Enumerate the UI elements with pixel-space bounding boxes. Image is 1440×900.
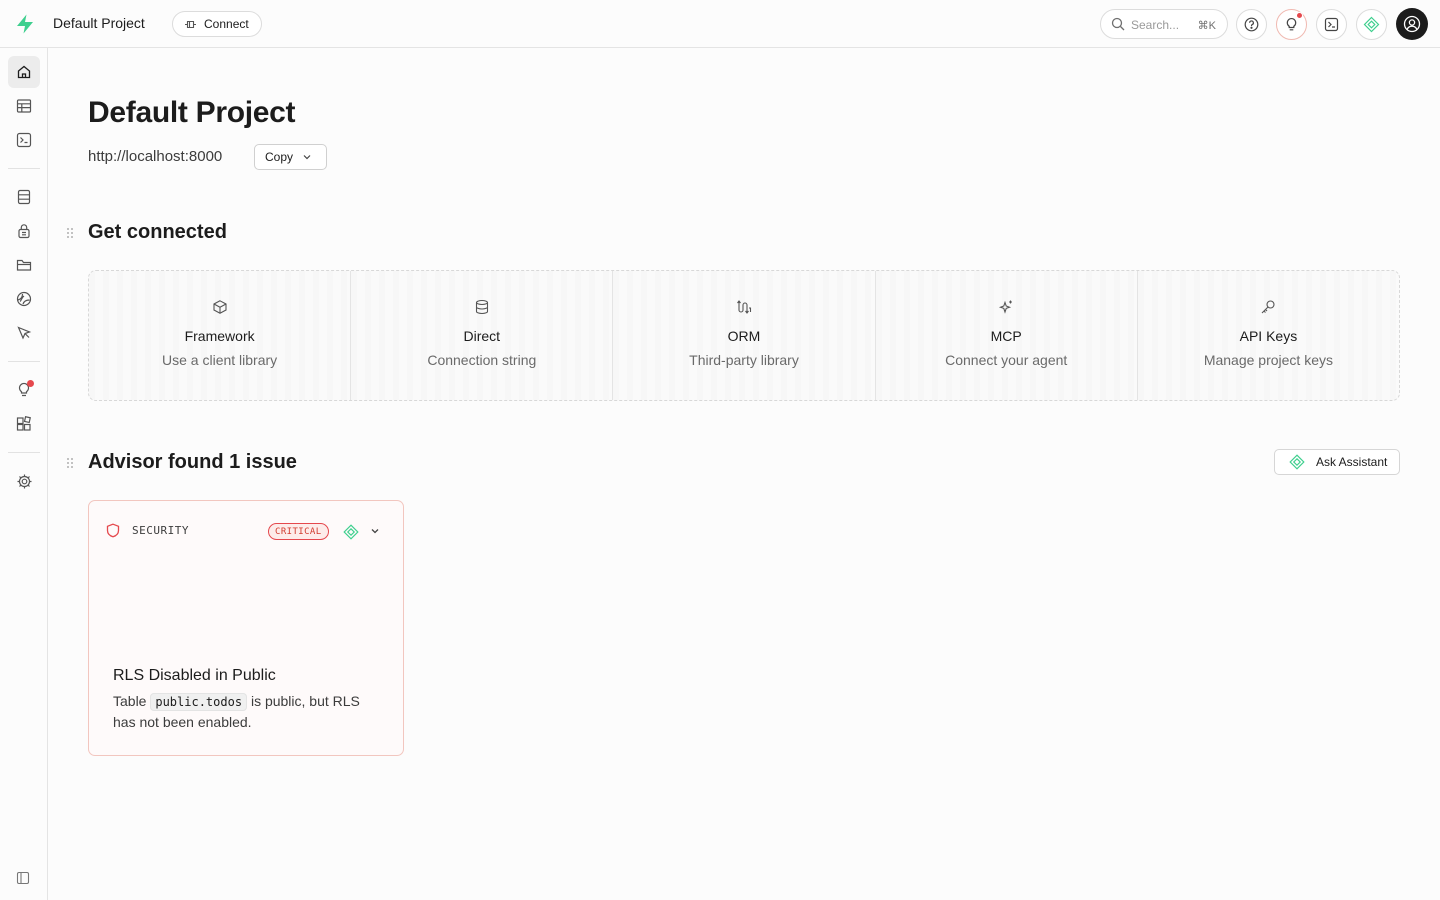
issue-description: Table public.todos is public, but RLS ha…	[113, 691, 381, 732]
help-icon	[1244, 17, 1259, 32]
ask-assistant-label: Ask Assistant	[1316, 455, 1388, 469]
connect-card-title: Framework	[184, 328, 255, 344]
advisor-issue-card[interactable]: SECURITY CRITICAL RLS Disabled in Public…	[88, 500, 404, 756]
issue-desc-before: Table	[113, 693, 147, 709]
sidebar-divider	[8, 452, 40, 453]
help-button[interactable]	[1236, 9, 1267, 40]
notification-dot	[1296, 12, 1303, 19]
terminal-icon	[16, 132, 32, 148]
sidebar-collapse-icon	[16, 871, 32, 885]
sidebar-divider	[8, 361, 40, 362]
connect-options: Framework Use a client library Direct Co…	[88, 270, 1400, 401]
connect-card-title: Direct	[463, 328, 501, 344]
sparkles-icon	[998, 299, 1014, 315]
notification-dot	[27, 380, 34, 387]
supabase-logo[interactable]	[14, 13, 36, 35]
search-placeholder: Search...	[1131, 18, 1180, 32]
connect-card-subtitle: Connection string	[427, 352, 537, 368]
sidebar-item-integrations[interactable]	[8, 408, 40, 440]
sidebar-item-edge-functions[interactable]	[8, 317, 40, 349]
issue-category: SECURITY	[132, 524, 189, 537]
connect-card-framework[interactable]: Framework Use a client library	[89, 271, 352, 400]
lightbulb-icon	[1284, 17, 1299, 32]
project-name[interactable]: Default Project	[53, 15, 145, 31]
connect-card-api-keys[interactable]: API Keys Manage project keys	[1137, 271, 1399, 400]
terminal-icon	[1324, 17, 1339, 32]
issue-header: SECURITY	[106, 523, 189, 538]
assistant-icon[interactable]	[343, 524, 359, 540]
chevron-down-icon[interactable]	[370, 526, 380, 536]
sidebar-item-storage[interactable]	[8, 249, 40, 281]
drag-handle-icon[interactable]	[65, 227, 75, 239]
sidebar-item-authentication[interactable]	[8, 215, 40, 247]
key-icon	[1260, 299, 1276, 315]
connect-card-orm[interactable]: ORM Third-party library	[613, 271, 876, 400]
plug-icon	[184, 18, 197, 31]
database-icon	[16, 189, 32, 205]
sidebar-item-advisors[interactable]	[8, 374, 40, 406]
sidebar-item-database[interactable]	[8, 181, 40, 213]
drag-handle-icon[interactable]	[65, 457, 75, 469]
ask-assistant-button[interactable]: Ask Assistant	[1274, 449, 1400, 475]
connect-card-title: MCP	[990, 328, 1022, 344]
realtime-icon	[16, 291, 32, 307]
assistant-icon	[1363, 16, 1380, 33]
lock-icon	[16, 223, 32, 239]
connect-button[interactable]: Connect	[172, 11, 262, 37]
search-input[interactable]: Search... ⌘K	[1100, 9, 1228, 39]
sidebar-divider	[8, 168, 40, 169]
table-name-code: public.todos	[150, 693, 248, 711]
sidebar-item-home[interactable]	[8, 56, 40, 88]
sidebar-item-sql-editor[interactable]	[8, 124, 40, 156]
connect-card-subtitle: Use a client library	[162, 352, 278, 368]
sidebar-item-table-editor[interactable]	[8, 90, 40, 122]
get-connected-title: Get connected	[88, 221, 227, 243]
advisor-title: Advisor found 1 issue	[88, 451, 297, 473]
search-icon	[1111, 17, 1125, 31]
connect-card-title: ORM	[727, 328, 761, 344]
box-icon	[212, 299, 228, 315]
database-icon	[474, 299, 490, 315]
copy-url-button[interactable]: Copy	[254, 144, 327, 170]
sql-button[interactable]	[1316, 9, 1347, 40]
page-title: Default Project	[88, 96, 296, 129]
connect-card-title: API Keys	[1239, 328, 1298, 344]
connect-card-subtitle: Manage project keys	[1203, 352, 1333, 368]
assistant-icon	[1289, 454, 1305, 470]
cursor-icon	[16, 325, 32, 341]
project-url: http://localhost:8000	[88, 148, 223, 165]
advisor-button[interactable]	[1276, 9, 1307, 40]
top-bar: Default Project Connect Search... ⌘K	[0, 0, 1440, 48]
connect-label: Connect	[204, 17, 249, 31]
connect-card-direct[interactable]: Direct Connection string	[351, 271, 614, 400]
folder-icon	[16, 257, 32, 273]
gear-icon	[16, 473, 33, 490]
assistant-button[interactable]	[1356, 9, 1387, 40]
avatar[interactable]	[1396, 8, 1428, 40]
integrations-icon	[16, 416, 32, 432]
home-icon	[16, 64, 32, 80]
sidebar-item-settings[interactable]	[8, 465, 40, 497]
connect-card-mcp[interactable]: MCP Connect your agent	[875, 271, 1138, 400]
collapse-sidebar-button[interactable]	[16, 871, 32, 887]
connect-card-subtitle: Connect your agent	[945, 352, 1068, 368]
severity-badge: CRITICAL	[268, 523, 329, 540]
copy-label: Copy	[265, 150, 294, 164]
table-icon	[16, 98, 32, 114]
sidebar	[0, 48, 48, 900]
sidebar-item-realtime[interactable]	[8, 283, 40, 315]
chevron-down-icon	[302, 152, 312, 162]
search-shortcut: ⌘K	[1197, 20, 1216, 32]
shield-icon	[106, 523, 120, 538]
orm-icon	[736, 299, 752, 315]
connect-card-subtitle: Third-party library	[689, 352, 799, 368]
issue-title: RLS Disabled in Public	[113, 667, 276, 684]
